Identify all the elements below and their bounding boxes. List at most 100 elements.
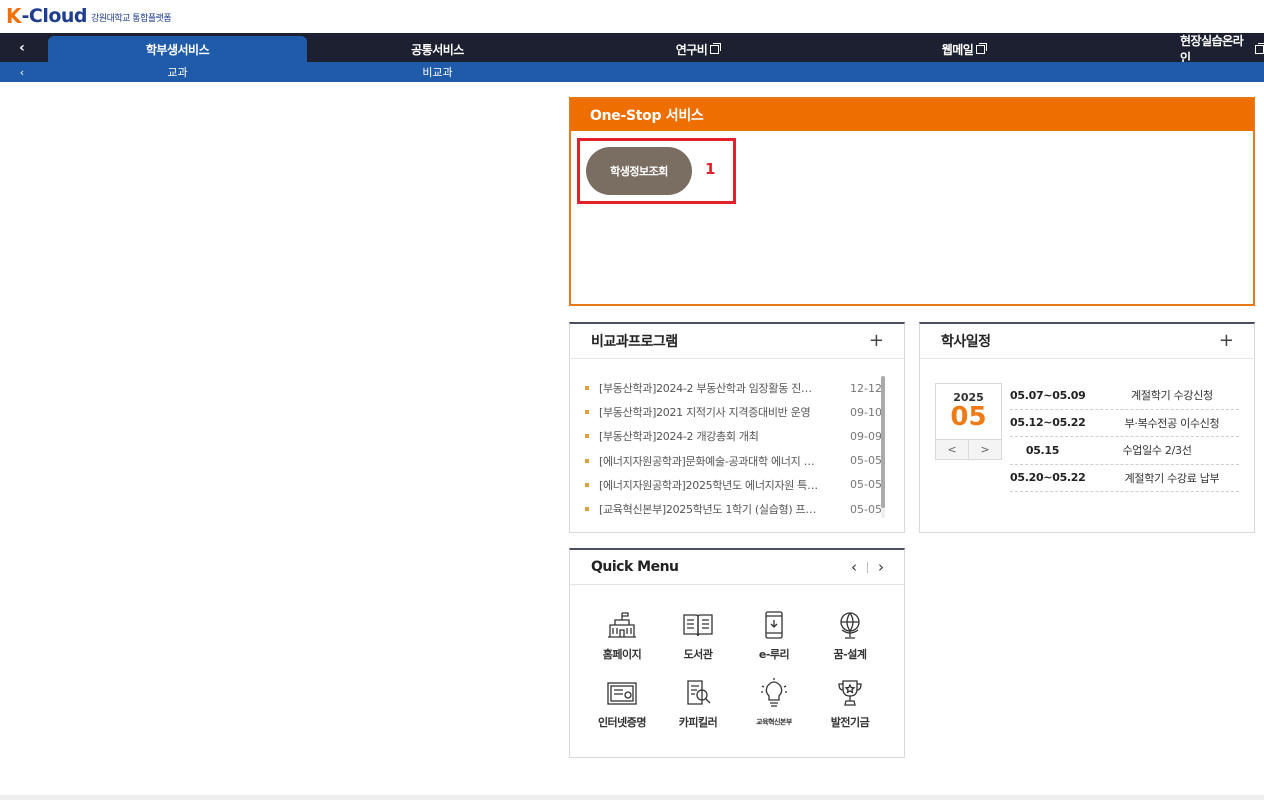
program-date: 05-05	[850, 454, 882, 468]
bullet-icon	[585, 386, 589, 391]
bullet-icon	[585, 434, 589, 439]
program-date: 09-10	[850, 405, 882, 419]
logo-mark: K	[6, 4, 22, 28]
bullet-icon	[585, 458, 589, 463]
schedule-text: 계절학기 수강신청	[1131, 389, 1213, 403]
chevron-right-icon[interactable]: ›	[878, 558, 884, 576]
top-nav-label: 웹메일	[941, 42, 974, 57]
chevron-left-icon[interactable]: ‹	[851, 558, 857, 576]
school-building-icon	[608, 612, 636, 638]
calendar-prev-icon[interactable]: <	[936, 440, 968, 459]
list-item[interactable]: [에너지자원공학과]2025학년도 에너지자원 특강 안내 05-05	[584, 473, 882, 497]
program-date: 09-09	[850, 429, 882, 443]
footer-strip	[0, 795, 1264, 800]
list-item[interactable]: [부동산학과]2024-2 개강총회 개최 09-09	[584, 424, 882, 448]
schedule-date: 05.15	[1025, 443, 1060, 457]
quick-menu-label: 꿈-설계	[833, 648, 867, 661]
program-date: 12-12	[850, 381, 882, 395]
top-nav: ‹ 학부생서비스 공통서비스 연구비 웹메일 현장실습온라인	[0, 33, 1264, 65]
tablet-icon	[765, 611, 783, 639]
schedule-row[interactable]: 05.15 수업일수 2/3선	[1010, 437, 1239, 465]
schedule-row[interactable]: 05.20~05.22 계절학기 수강료 납부	[1010, 465, 1239, 492]
schedule-text: 부·복수전공 이수신청	[1124, 416, 1220, 430]
quick-menu-item-library[interactable]: 도서관	[660, 610, 736, 662]
program-title: [에너지자원공학과]2025학년도 에너지자원 특강 안내	[599, 478, 819, 492]
logo-subtitle: 강원대학교 통합플랫폼	[91, 14, 172, 24]
program-title: [부동산학과]2024-2 개강총회 개최	[599, 430, 759, 444]
top-nav-item-research-fund[interactable]: 연구비	[568, 36, 827, 62]
schedule-text: 계절학기 수강료 납부	[1124, 471, 1220, 485]
top-nav-item-webmail[interactable]: 웹메일	[834, 36, 1093, 62]
page-root: K -Cloud 강원대학교 통합플랫폼 ‹ 학부생서비스 공통서비스 연구비 …	[0, 0, 1264, 800]
program-date: 05-05	[850, 478, 882, 492]
quick-menu-label: e-루리	[758, 648, 790, 661]
quick-menu-label: 교육혁신본부	[756, 718, 792, 726]
quick-menu-label: 카피킬러	[678, 716, 718, 729]
top-nav-label: 공통서비스	[411, 42, 464, 57]
quick-menu-item-development-fund[interactable]: 발전기금	[812, 678, 888, 730]
list-item[interactable]: [에너지자원공학과]문화예술-공과대학 에너지 특강 05-05	[584, 449, 882, 473]
external-link-icon	[710, 42, 722, 54]
sub-nav-prev-arrow[interactable]: ‹	[0, 62, 44, 82]
quick-menu-title: Quick Menu	[591, 559, 679, 575]
top-nav-item-field-practice[interactable]: 현장실습온라인	[1160, 34, 1264, 65]
quick-menu-panel: Quick Menu ‹ › 홈페이지 도서관 e-루리 꿈-설계 인터넷증명 …	[569, 548, 905, 758]
student-info-button[interactable]: 학생정보조회	[586, 147, 692, 195]
schedule-date: 05.12~05.22	[1010, 416, 1086, 430]
quick-menu-item-education-innovation[interactable]: 교육혁신본부	[736, 678, 812, 727]
calendar-month-box: 2025 05 < >	[935, 383, 1002, 460]
quick-menu-item-e-ruri[interactable]: e-루리	[736, 610, 812, 662]
program-title: [교육혁신본부]2025학년도 1학기 (실습형) 프로그램	[599, 503, 819, 517]
schedule-date: 05.20~05.22	[1010, 471, 1086, 485]
program-title: [에너지자원공학과]문화예술-공과대학 에너지 특강	[599, 454, 819, 468]
quick-menu-item-dream-design[interactable]: 꿈-설계	[812, 610, 888, 662]
schedule-row[interactable]: 05.07~05.09 계절학기 수강신청	[1010, 382, 1239, 410]
list-item[interactable]: [교육혁신본부]2025학년도 1학기 (실습형) 프로그램 05-05	[584, 497, 882, 521]
calendar-month: 05	[950, 402, 987, 432]
program-list: [부동산학과]2024-2 부동산학과 임장활동 진행 안내 12-12 [부동…	[584, 376, 882, 521]
schedule-list: 05.07~05.09 계절학기 수강신청 05.12~05.22 부·복수전공…	[1010, 382, 1239, 492]
bullet-icon	[585, 410, 589, 415]
quick-menu-pager: ‹ ›	[851, 558, 884, 576]
sub-nav-item-curricular[interactable]: 교과	[48, 62, 307, 82]
header: K -Cloud 강원대학교 통합플랫폼	[0, 0, 1264, 33]
scrollbar[interactable]	[881, 376, 885, 518]
quick-menu-item-homepage[interactable]: 홈페이지	[584, 610, 660, 662]
top-nav-label: 현장실습온라인	[1180, 34, 1244, 65]
sub-nav-label: 교과	[167, 66, 188, 79]
list-item[interactable]: [부동산학과]2021 지적기사 지격증대비반 운영 09-10	[584, 400, 882, 424]
nav-prev-arrow[interactable]: ‹	[0, 33, 44, 62]
open-book-icon	[683, 614, 713, 637]
quick-menu-item-internet-certificate[interactable]: 인터넷증명	[584, 678, 660, 730]
top-nav-label: 연구비	[675, 42, 708, 57]
academic-schedule-panel: 학사일정 + 2025 05 < > 05.07~05.09 계절학기 수강신청…	[919, 322, 1255, 533]
bullet-icon	[585, 482, 589, 487]
program-panel-title: 비교과프로그램	[591, 334, 678, 350]
sub-nav: ‹ 교과 비교과	[0, 62, 1264, 82]
trophy-icon	[838, 680, 862, 706]
schedule-panel-title: 학사일정	[941, 334, 991, 350]
sub-nav-item-extracurricular[interactable]: 비교과	[308, 62, 567, 82]
k-cloud-logo[interactable]: K -Cloud 강원대학교 통합플랫폼	[6, 4, 172, 28]
list-item[interactable]: [부동산학과]2024-2 부동산학과 임장활동 진행 안내 12-12	[584, 376, 882, 400]
program-title: [부동산학과]2021 지적기사 지격증대비반 운영	[599, 406, 811, 420]
globe-icon	[840, 612, 860, 639]
quick-menu-label: 홈페이지	[602, 648, 642, 661]
program-title: [부동산학과]2024-2 부동산학과 임장활동 진행 안내	[599, 382, 819, 396]
top-nav-item-common-services[interactable]: 공통서비스	[308, 36, 567, 62]
plus-icon[interactable]: +	[1219, 332, 1234, 350]
program-date: 05-05	[850, 502, 882, 516]
document-search-icon	[687, 680, 711, 705]
top-nav-item-undergrad-services[interactable]: 학부생서비스	[48, 36, 307, 62]
calendar-next-icon[interactable]: >	[968, 440, 1001, 459]
quick-menu-item-copykiller[interactable]: 카피킬러	[660, 678, 736, 730]
schedule-row[interactable]: 05.12~05.22 부·복수전공 이수신청	[1010, 410, 1239, 437]
plus-icon[interactable]: +	[869, 332, 884, 350]
lightbulb-icon	[761, 678, 787, 707]
schedule-date: 05.07~05.09	[1010, 388, 1086, 402]
bullet-icon	[585, 507, 589, 512]
highlight-number: 1	[705, 160, 716, 178]
schedule-text: 수업일수 2/3선	[1122, 444, 1192, 458]
logo-word: -Cloud	[21, 5, 88, 27]
scrollbar-thumb[interactable]	[881, 376, 885, 508]
